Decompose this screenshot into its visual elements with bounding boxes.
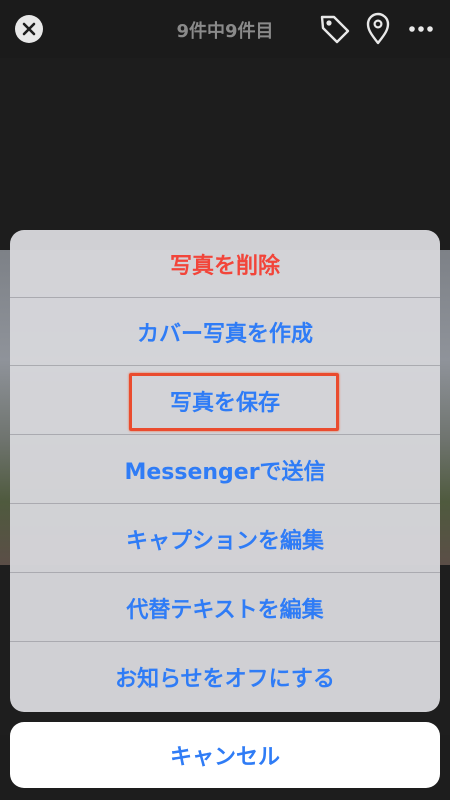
- cancel-button[interactable]: キャンセル: [10, 722, 440, 788]
- edit-caption-button[interactable]: キャプションを編集: [10, 505, 440, 573]
- location-pin-icon: [366, 12, 390, 45]
- photo-viewer-screen: 9件中9件目 写真を削除 カバー写真を作成 写真を保存 Messengerで送信: [0, 0, 450, 800]
- tag-icon: [320, 15, 350, 44]
- more-icon: [409, 26, 433, 32]
- save-photo-highlight-box: [129, 373, 339, 431]
- location-button[interactable]: [364, 12, 392, 46]
- send-in-messenger-button[interactable]: Messengerで送信: [10, 436, 440, 504]
- tag-button[interactable]: [318, 12, 352, 46]
- make-cover-photo-button[interactable]: カバー写真を作成: [10, 298, 440, 366]
- more-options-button[interactable]: [405, 16, 437, 42]
- top-bar: 9件中9件目: [0, 0, 450, 58]
- action-sheet: 写真を削除 カバー写真を作成 写真を保存 Messengerで送信 キャプション…: [10, 230, 440, 712]
- turn-off-notifications-button[interactable]: お知らせをオフにする: [10, 643, 440, 711]
- delete-photo-button[interactable]: 写真を削除: [10, 230, 440, 298]
- edit-alt-text-button[interactable]: 代替テキストを編集: [10, 574, 440, 642]
